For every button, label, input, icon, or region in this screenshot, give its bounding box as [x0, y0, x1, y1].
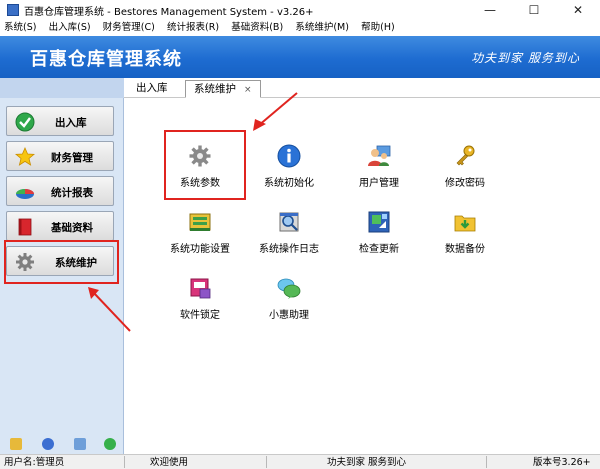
sidebar-item-label: 统计报表 — [51, 187, 93, 199]
function-label: 检查更新 — [359, 244, 399, 255]
app-name: 百惠仓库管理系统 — [30, 49, 182, 70]
function-change-password[interactable]: 修改密码 — [423, 144, 507, 204]
settings-box-icon — [189, 213, 211, 231]
function-label: 修改密码 — [445, 178, 485, 189]
green-check-icon — [15, 112, 35, 132]
menu-stock-inout[interactable]: 出入库(S) — [45, 20, 91, 36]
maximize-button[interactable]: ☐ — [512, 0, 556, 20]
function-feature-settings[interactable]: 系统功能设置 — [158, 210, 242, 270]
sidebar-item-label: 出入库 — [55, 117, 87, 129]
function-system-init[interactable]: 系统初始化 — [247, 144, 331, 204]
menu-reports[interactable]: 统计报表(R) — [163, 20, 219, 36]
sidebar-item-label: 基础资料 — [51, 222, 93, 234]
highlight-system-params — [164, 130, 246, 200]
function-label: 系统初始化 — [264, 178, 314, 189]
monitor-icon[interactable] — [74, 438, 86, 450]
function-software-lock[interactable]: 软件锁定 — [158, 276, 242, 336]
pie-chart-icon — [16, 189, 34, 199]
title-bar: 百惠仓库管理系统 - Bestores Management System - … — [0, 0, 600, 20]
status-divider — [266, 456, 267, 468]
users-icon — [368, 145, 391, 166]
info-icon — [277, 144, 301, 168]
function-check-update[interactable]: 检查更新 — [337, 210, 421, 270]
menu-finance[interactable]: 财务管理(C) — [99, 20, 155, 36]
chat-icon — [277, 278, 301, 299]
app-banner: 百惠仓库管理系统 功夫到家 服务到心 — [0, 36, 600, 78]
back-icon[interactable] — [104, 438, 116, 450]
status-divider — [124, 456, 125, 468]
function-user-management[interactable]: 用户管理 — [337, 144, 421, 204]
status-user: 用户名:管理员 — [4, 457, 65, 468]
function-label: 小惠助理 — [269, 310, 309, 321]
status-version: 版本号3.26+ — [533, 457, 591, 468]
sidebar-item-label: 财务管理 — [51, 152, 93, 164]
function-operation-log[interactable]: 系统操作日志 — [247, 210, 331, 270]
highlight-sidebar-maintenance — [4, 240, 119, 284]
clock-icon[interactable] — [42, 438, 54, 450]
function-label: 软件锁定 — [180, 310, 220, 321]
tab-stock-inout[interactable]: 出入库 — [128, 80, 176, 98]
menu-help[interactable]: 帮助(H) — [357, 20, 395, 36]
sidebar-item-finance[interactable]: 财务管理 — [6, 141, 114, 171]
status-bar: 用户名:管理员 欢迎使用 功夫到家 服务到心 版本号3.26+ — [0, 454, 600, 469]
minimize-button[interactable]: — — [468, 0, 512, 20]
tab-maintenance[interactable]: 系统维护 × — [185, 80, 261, 98]
lock-icon — [190, 278, 211, 299]
close-button[interactable]: ✕ — [556, 0, 600, 20]
function-data-backup[interactable]: 数据备份 — [423, 210, 507, 270]
folder-download-icon — [454, 215, 476, 232]
tab-close-icon[interactable]: × — [244, 85, 252, 95]
tab-bar: 出入库 系统维护 × — [124, 78, 600, 98]
menu-basic-data[interactable]: 基础资料(B) — [227, 20, 283, 36]
sidebar-footer — [0, 434, 124, 454]
function-label: 系统操作日志 — [259, 244, 319, 255]
update-icon — [368, 211, 390, 233]
tab-label: 出入库 — [136, 82, 168, 94]
red-book-icon — [18, 218, 32, 236]
app-icon — [7, 4, 19, 16]
window-title: 百惠仓库管理系统 - Bestores Management System - … — [24, 7, 314, 18]
log-magnifier-icon — [279, 212, 299, 232]
function-label: 数据备份 — [445, 244, 485, 255]
function-assistant[interactable]: 小惠助理 — [247, 276, 331, 336]
function-label: 系统功能设置 — [170, 244, 230, 255]
banner-slogan: 功夫到家 服务到心 — [471, 51, 580, 65]
sidebar-item-reports[interactable]: 统计报表 — [6, 176, 114, 206]
sidebar-header — [0, 78, 124, 98]
status-divider — [486, 456, 487, 468]
function-label: 用户管理 — [359, 178, 399, 189]
status-welcome: 欢迎使用 — [150, 457, 189, 468]
menu-maintenance[interactable]: 系统维护(M) — [291, 20, 349, 36]
tab-label: 系统维护 — [194, 83, 236, 95]
menu-bar: 系统(S) 出入库(S) 财务管理(C) 统计报表(R) 基础资料(B) 系统维… — [0, 20, 600, 36]
menu-system[interactable]: 系统(S) — [0, 20, 36, 36]
sidebar-item-stock-inout[interactable]: 出入库 — [6, 106, 114, 136]
help-icon[interactable] — [10, 438, 22, 450]
status-slogan: 功夫到家 服务到心 — [327, 457, 407, 468]
key-icon — [456, 145, 475, 166]
sidebar-item-basic-data[interactable]: 基础资料 — [6, 211, 114, 241]
star-icon — [15, 147, 35, 166]
